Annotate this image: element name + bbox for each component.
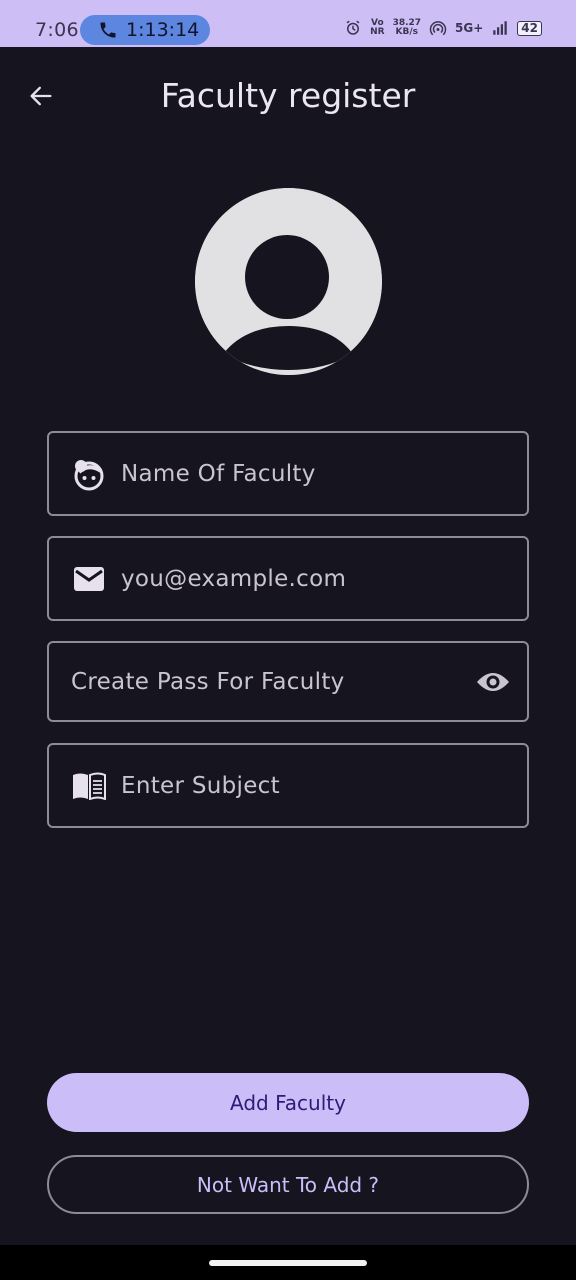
subject-field[interactable]: Enter Subject: [47, 743, 529, 828]
add-faculty-button[interactable]: Add Faculty: [47, 1073, 529, 1132]
alarm-icon: [346, 20, 360, 35]
profile-avatar[interactable]: [195, 188, 382, 375]
faculty-name-field[interactable]: Name Of Faculty: [47, 431, 529, 516]
volte-indicator: Vo NR: [370, 18, 385, 37]
password-placeholder: Create Pass For Faculty: [71, 668, 345, 695]
status-time: 7:06: [35, 19, 79, 41]
subject-placeholder: Enter Subject: [121, 772, 280, 799]
phone-icon: [100, 22, 116, 38]
password-field[interactable]: Create Pass For Faculty: [47, 641, 529, 722]
page-title: Faculty register: [160, 76, 416, 115]
call-duration: 1:13:14: [126, 19, 200, 41]
status-bar: 7:06 1:13:14 Vo NR 38.27 KB/s 5G+ 42: [0, 0, 576, 47]
faculty-name-placeholder: Name Of Faculty: [121, 460, 316, 487]
face-icon: [72, 457, 106, 491]
home-indicator[interactable]: [209, 1260, 367, 1266]
hotspot-icon: [429, 21, 447, 36]
network-speed: 38.27 KB/s: [392, 18, 422, 37]
email-field[interactable]: you@example.com: [47, 536, 529, 621]
signal-icon: [493, 21, 508, 35]
system-navigation-bar: [0, 1245, 576, 1280]
email-placeholder: you@example.com: [121, 565, 347, 592]
network-type: 5G+: [455, 21, 484, 35]
battery-indicator: 42: [517, 20, 542, 36]
ongoing-call-pill[interactable]: 1:13:14: [80, 15, 210, 45]
person-placeholder-icon: [195, 188, 382, 375]
book-icon: [72, 769, 106, 803]
cancel-button[interactable]: Not Want To Add ?: [47, 1155, 529, 1214]
status-icons: Vo NR 38.27 KB/s 5G+ 42: [344, 19, 542, 37]
mail-icon: [72, 562, 106, 596]
visibility-toggle-icon[interactable]: [475, 664, 511, 700]
